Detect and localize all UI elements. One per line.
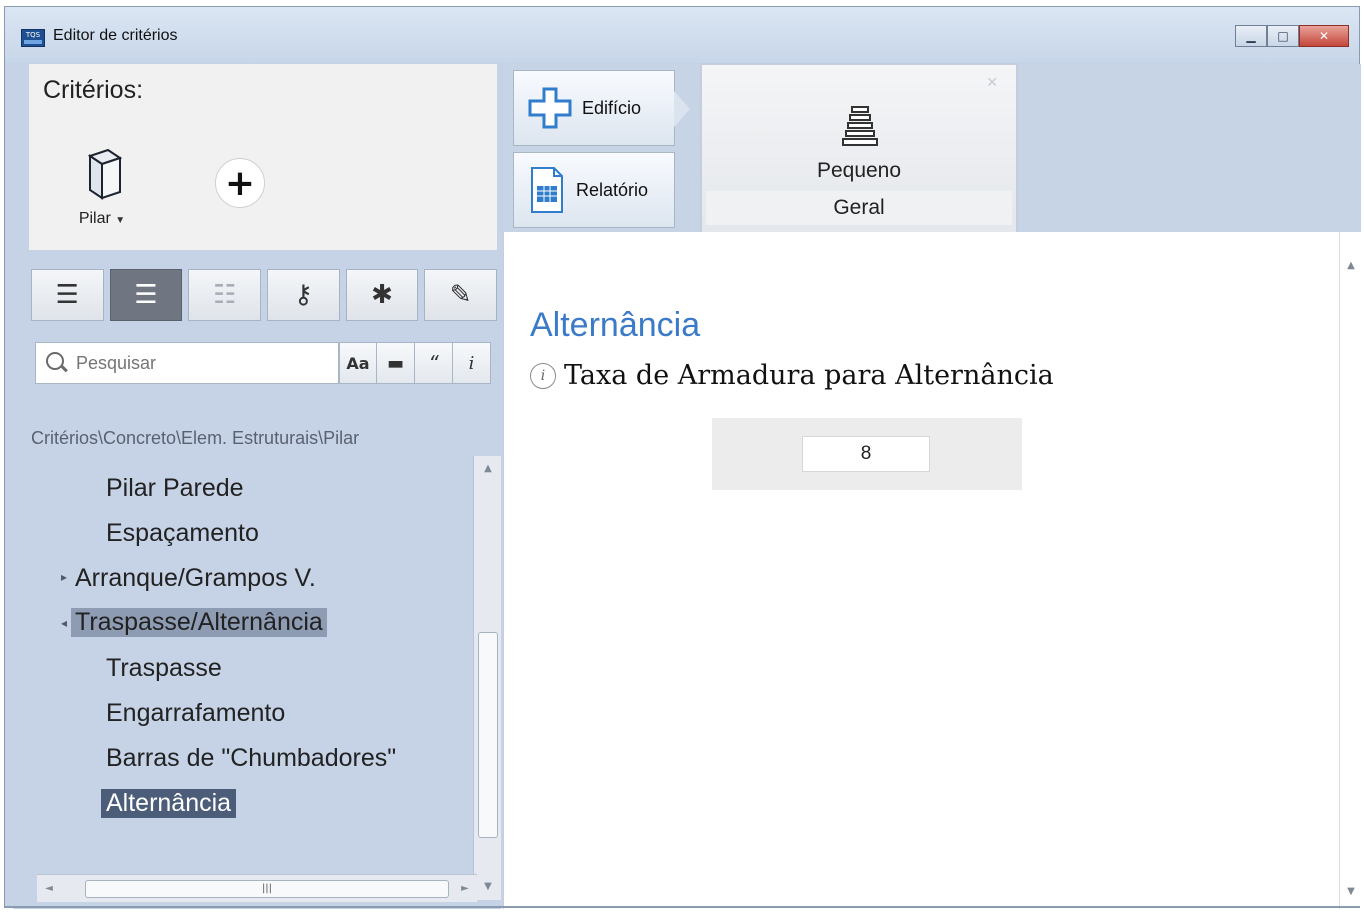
tree-icon: ☰ (134, 280, 158, 310)
pilar-selector[interactable]: Pilar ▼ (69, 148, 135, 236)
report-nav-button[interactable]: Relatório (513, 152, 675, 228)
minimize-button[interactable]: ▁ (1235, 25, 1267, 47)
size-category-card[interactable]: ✕ Pequeno Geral (701, 64, 1017, 245)
pencil-icon: ✎ (449, 280, 472, 310)
horizontal-scroll-thumb[interactable]: ||| (85, 880, 449, 898)
app-icon: TQS (21, 29, 45, 47)
criteria-label: Critérios: (43, 76, 144, 104)
details-content: Alternância i Taxa de Armadura para Alte… (503, 232, 1361, 909)
window-bottom-border (4, 906, 1360, 908)
match-case-button[interactable]: Aa (339, 342, 377, 384)
title-bar[interactable]: TQS Editor de critérios ▁ □ ✕ (5, 7, 1359, 63)
right-panel: Edifício Relatório ✕ Pequeno Geral Alter… (503, 64, 1361, 909)
left-panel: Critérios: Pilar ▼ + ☰ ☰ ☷ ⚷ ✱ ✎ Pesquis… (13, 64, 501, 909)
details-view-button[interactable]: ☷ (188, 269, 262, 321)
key-button[interactable]: ⚷ (267, 269, 340, 321)
window-title: Editor de critérios (53, 27, 178, 44)
window-controls: ▁ □ ✕ (1235, 25, 1349, 47)
quote-icon: “ (428, 351, 439, 375)
criteria-tree: Pilar Parede Espaçamento ▸ Arranque/Gram… (31, 454, 471, 882)
collapse-arrow-icon[interactable]: ◂ (61, 616, 67, 630)
expand-arrow-icon[interactable]: ▸ (61, 570, 67, 584)
tree-item-pilar-parede[interactable]: Pilar Parede (106, 474, 244, 503)
close-button[interactable]: ✕ (1299, 25, 1349, 47)
parameter-row: i Taxa de Armadura para Alternância (530, 360, 1054, 391)
plus-icon: + (224, 162, 256, 204)
value-panel (712, 418, 1022, 490)
parameter-value-input[interactable] (802, 436, 930, 472)
scroll-thumb[interactable] (478, 632, 498, 838)
info-icon[interactable]: i (530, 362, 556, 389)
key-icon: ⚷ (293, 280, 313, 310)
building-label: Edifício (582, 97, 642, 118)
tree-item-alternancia[interactable]: Alternância (101, 789, 237, 818)
tree-item-traspasse[interactable]: Traspasse (106, 654, 222, 683)
scroll-down-icon[interactable]: ▼ (474, 874, 502, 900)
match-case-icon: Aa (346, 353, 370, 373)
criteria-box: Critérios: Pilar ▼ + (29, 64, 497, 250)
building-nav-button[interactable]: Edifício (513, 70, 690, 146)
tree-view-button[interactable]: ☰ (109, 269, 183, 321)
breadcrumb: Critérios\Concreto\Elem. Estruturais\Pil… (31, 428, 360, 448)
close-icon: ✕ (1318, 29, 1330, 43)
scroll-right-icon[interactable]: ► (453, 875, 477, 903)
info-icon: i (468, 352, 475, 374)
tree-vertical-scrollbar[interactable]: ▲ ▼ (473, 456, 501, 900)
tree-item-barras-chumbadores[interactable]: Barras de "Chumbadores" (106, 744, 396, 773)
criteria-editor-window: TQS Editor de critérios ▁ □ ✕ Critérios:… (4, 6, 1361, 909)
report-label: Relatório (576, 179, 649, 200)
scroll-left-icon[interactable]: ◄ (37, 875, 61, 903)
quotes-button[interactable]: “ (415, 342, 453, 384)
scroll-up-icon[interactable]: ▲ (1340, 260, 1362, 271)
add-criteria-button[interactable]: + (215, 158, 265, 208)
section-title: Alternância (530, 306, 701, 344)
list-icon: ☰ (55, 280, 79, 310)
search-input[interactable] (76, 346, 326, 380)
list-view-button[interactable]: ☰ (31, 269, 104, 321)
category-label[interactable]: Geral (706, 191, 1012, 225)
scroll-down-icon[interactable]: ▼ (1340, 886, 1362, 897)
info-button[interactable]: i (453, 342, 491, 384)
pillar-icon (87, 148, 123, 200)
search-icon (44, 350, 70, 376)
building-stack-icon (842, 106, 878, 146)
details-icon: ☷ (213, 280, 237, 310)
asterisk-icon: ✱ (371, 280, 393, 310)
asterisk-button[interactable]: ✱ (345, 269, 419, 321)
tree-item-traspasse-alternancia[interactable]: Traspasse/Alternância (71, 608, 327, 637)
whole-word-icon: ▬ (386, 352, 404, 374)
maximize-icon: □ (1277, 29, 1289, 43)
close-icon[interactable]: ✕ (986, 75, 998, 91)
pilar-label: Pilar ▼ (78, 210, 126, 227)
details-scrollbar[interactable]: ▲ ▼ (1339, 232, 1361, 909)
size-label: Pequeno (816, 159, 902, 182)
view-toolbar: ☰ ☰ ☷ ⚷ ✱ ✎ (31, 269, 498, 321)
maximize-button[interactable]: □ (1267, 25, 1299, 47)
whole-word-button[interactable]: ▬ (377, 342, 415, 384)
parameter-label: Taxa de Armadura para Alternância (564, 360, 1054, 391)
search-box[interactable] (35, 342, 339, 384)
scroll-up-icon[interactable]: ▲ (474, 456, 502, 482)
chevron-down-icon: ▼ (115, 215, 126, 226)
building-icon (528, 87, 572, 129)
tree-item-espacamento[interactable]: Espaçamento (106, 519, 259, 548)
tree-item-engarrafamento[interactable]: Engarrafamento (106, 699, 285, 728)
edit-button[interactable]: ✎ (424, 269, 498, 321)
search-row: Aa ▬ “ i (35, 342, 497, 384)
minimize-icon: ▁ (1246, 29, 1256, 43)
report-icon (531, 167, 563, 213)
tree-horizontal-scrollbar[interactable]: ◄ ||| ► (37, 874, 477, 902)
tree-item-arranque-grampos[interactable]: Arranque/Grampos V. (75, 564, 316, 593)
